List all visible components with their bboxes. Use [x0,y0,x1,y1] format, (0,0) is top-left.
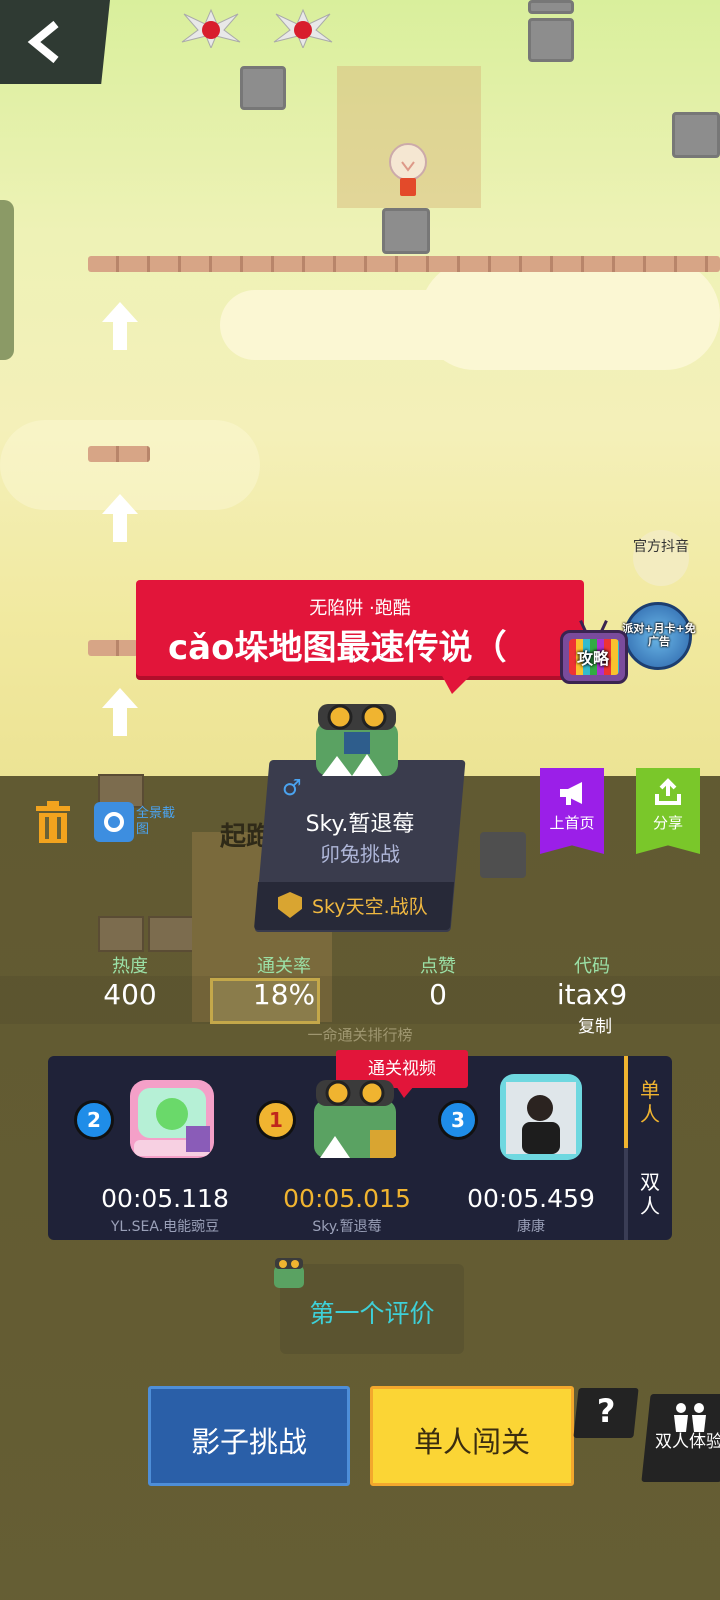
author-avatar [312,698,402,778]
clear-rate-value: 18% [252,978,316,1011]
tab-duo[interactable]: 双人 [632,1170,668,1218]
level-title: cǎo垛地图最速传说（ [168,628,507,668]
official-douyin-label: 官方抖音 [633,539,689,555]
reviewer-avatar-icon [274,1258,304,1288]
mode-indicator [624,1056,628,1148]
male-icon: ♂ [282,776,302,801]
author-name: Sky.暂退莓 [305,812,415,837]
share-button[interactable]: 分享 [636,768,700,854]
clear-rate-label: 通关率 [257,956,311,977]
leaderboard-caption: 一命通关排行榜 [307,1026,413,1044]
popularity-label: 热度 [112,956,148,977]
author-title: 卯兔挑战 [320,842,400,866]
back-button[interactable] [0,0,110,84]
lightbulb-goal-icon [389,143,427,196]
stone-block [528,0,574,14]
peashooter-character-icon [130,1080,214,1158]
strategy-label: 攻略 [576,649,609,668]
spike-trap-icon [273,8,333,48]
share-label: 分享 [652,814,683,832]
side-drawer-handle[interactable] [0,200,14,360]
brick-platform [88,256,720,272]
team-name[interactable]: Sky天空.战队 [312,892,428,919]
record-player-name: 康康 [517,1219,545,1235]
first-review-label: 第一个评价 [309,1299,435,1328]
stone-block [480,832,526,878]
rank-badge: 2 [74,1100,114,1140]
cloud [420,260,720,370]
brick-platform [88,640,138,656]
record-time: 00:05.118 [101,1184,229,1213]
single-play-button[interactable]: 单人闯关 [370,1386,574,1486]
record-time: 00:05.015 [283,1184,411,1213]
level-code-label: 代码 [574,956,610,977]
shadow-challenge-button[interactable]: 影子挑战 [148,1386,350,1486]
arrow-up-icon [102,302,138,350]
question-mark-icon: ? [596,1392,616,1430]
photo-avatar-icon [500,1074,582,1160]
duo-experience-label: 双人体验 [655,1432,720,1452]
promo-label: 派对+月卡+免广告 [622,622,696,648]
likes-value: 0 [429,978,447,1011]
panorama-label: 全景截图 [136,806,176,837]
rank-badge: 1 [256,1100,296,1140]
tab-single[interactable]: 单人 [632,1078,668,1126]
official-douyin-button[interactable]: 官方抖音 [633,530,689,586]
stone-block [382,208,430,254]
camera-icon [94,802,134,842]
strategy-tv-button[interactable]: 攻略 [560,620,628,684]
spike-trap-icon [181,8,241,48]
stone-block [528,18,574,62]
shadow-challenge-label: 影子挑战 [190,1425,307,1459]
stone-block [240,66,286,110]
level-tags: 无陷阱 ·跑酷 [309,598,411,619]
camera-lens [104,812,124,832]
record-time: 00:05.459 [467,1184,595,1213]
player-avatar[interactable] [128,1070,216,1160]
signpost [98,916,144,952]
first-review-button[interactable]: 第一个评价 [280,1264,464,1354]
arrow-up-icon [102,688,138,736]
brick-platform [88,446,150,462]
goggles-character-icon [316,704,398,776]
promo-pass-button[interactable]: 派对+月卡+免广告 [622,596,696,670]
banner-tail [440,672,474,694]
share-icon [655,778,681,805]
stone-block [672,112,720,158]
level-code-value[interactable]: itax9 [522,978,662,1011]
arrow-up-icon [102,494,138,542]
feature-homepage-button[interactable]: 上首页 [540,768,604,854]
tv-icon: 攻略 [560,630,628,684]
goggles-character-icon [314,1080,396,1158]
rank-badge: 3 [438,1100,478,1140]
help-button[interactable]: ? [573,1388,639,1438]
level-title-banner: 无陷阱 ·跑酷 cǎo垛地图最速传说（ [136,580,584,676]
popularity-value: 400 [103,978,157,1011]
trash-icon[interactable] [34,800,72,844]
signpost [148,916,194,952]
player-avatar[interactable] [310,1074,400,1160]
homepage-label: 上首页 [549,814,595,832]
chevron-left-icon [27,20,59,64]
record-player-name: Sky.暂退莓 [312,1219,382,1235]
megaphone-icon [560,782,582,805]
record-player-name: YL.SEA.电能豌豆 [110,1219,220,1235]
single-play-label: 单人闯关 [413,1425,530,1459]
player-avatar[interactable] [500,1074,582,1160]
two-people-icon [674,1403,706,1432]
likes-label: 点赞 [420,956,456,977]
